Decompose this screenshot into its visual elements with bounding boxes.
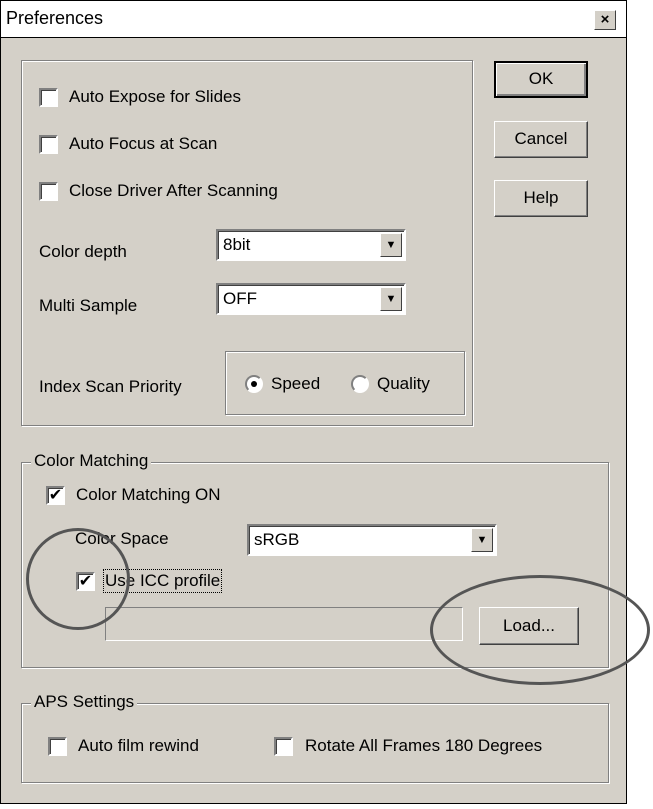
chevron-down-icon[interactable]: ▼ <box>380 287 402 311</box>
chevron-down-icon[interactable]: ▼ <box>380 233 402 257</box>
color-matching-legend: Color Matching <box>31 451 152 471</box>
rotate-frames-label[interactable]: Rotate All Frames 180 Degrees <box>305 736 542 756</box>
quality-radio[interactable] <box>351 375 369 393</box>
speed-label[interactable]: Speed <box>271 374 320 394</box>
color-depth-value: 8bit <box>223 235 251 254</box>
multi-sample-label: Multi Sample <box>39 296 138 315</box>
auto-focus-checkbox[interactable] <box>39 135 58 154</box>
rotate-frames-checkbox[interactable] <box>274 737 293 756</box>
chevron-down-icon[interactable]: ▼ <box>471 528 493 552</box>
auto-expose-checkbox[interactable] <box>39 88 58 107</box>
aps-settings-legend: APS Settings <box>31 692 138 712</box>
close-driver-checkbox[interactable] <box>39 182 58 201</box>
auto-expose-label[interactable]: Auto Expose for Slides <box>69 87 241 107</box>
title-bar: Preferences × <box>1 1 626 38</box>
close-button[interactable]: × <box>594 10 616 30</box>
help-button[interactable]: Help <box>494 180 588 217</box>
auto-film-rewind-label[interactable]: Auto film rewind <box>78 736 199 756</box>
icc-profile-path-field <box>105 607 463 641</box>
quality-label[interactable]: Quality <box>377 374 430 394</box>
color-depth-label: Color depth <box>39 242 127 261</box>
index-scan-label: Index Scan Priority <box>39 377 182 396</box>
radio-selected-dot <box>251 381 257 387</box>
highlight-circle-icc <box>26 528 130 630</box>
speed-radio[interactable] <box>245 375 263 393</box>
multi-sample-value: OFF <box>223 289 257 308</box>
window-title: Preferences <box>6 8 104 28</box>
color-space-select[interactable]: sRGB ▼ <box>247 524 497 556</box>
ok-button[interactable]: OK <box>494 61 588 98</box>
multi-sample-select[interactable]: OFF ▼ <box>216 283 406 315</box>
color-depth-select[interactable]: 8bit ▼ <box>216 229 406 261</box>
close-driver-label[interactable]: Close Driver After Scanning <box>69 181 278 201</box>
auto-film-rewind-checkbox[interactable] <box>48 737 67 756</box>
close-icon: × <box>600 11 610 28</box>
color-matching-checkbox[interactable]: ✔ <box>46 486 65 505</box>
color-space-value: sRGB <box>254 530 300 549</box>
auto-focus-label[interactable]: Auto Focus at Scan <box>69 134 217 154</box>
color-matching-label[interactable]: Color Matching ON <box>76 485 221 505</box>
highlight-ellipse-load <box>430 575 650 685</box>
cancel-button[interactable]: Cancel <box>494 121 588 158</box>
